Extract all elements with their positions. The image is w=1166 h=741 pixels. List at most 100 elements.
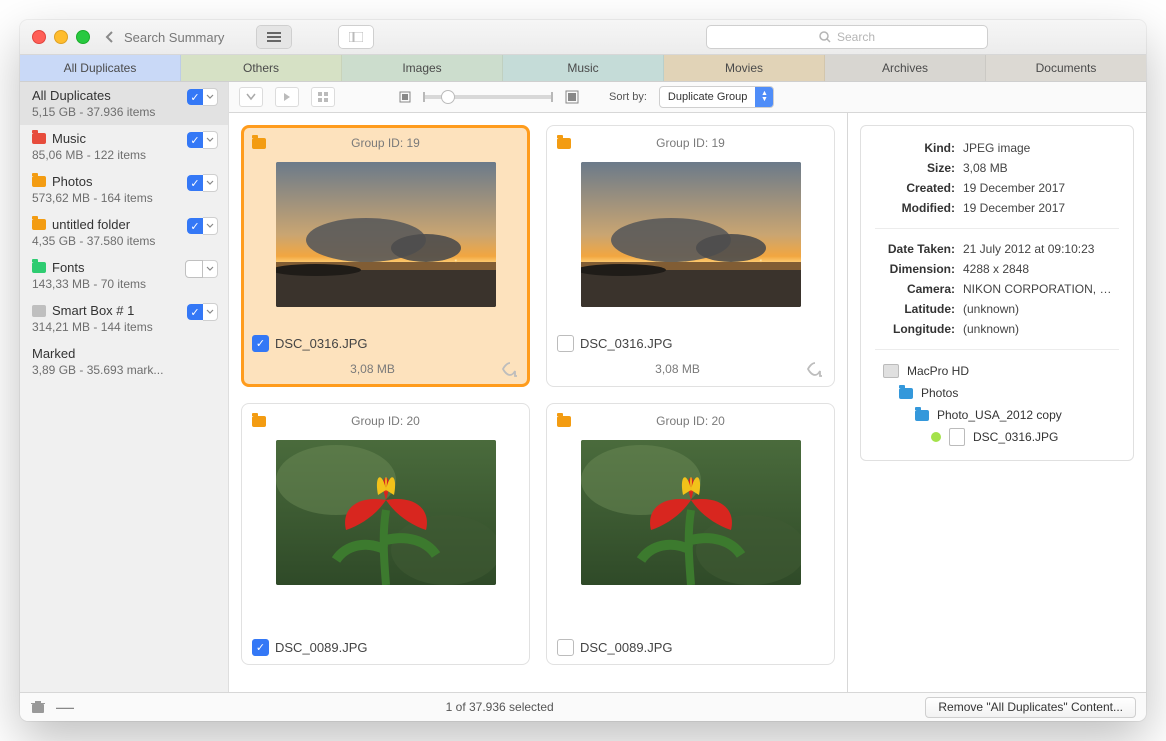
- quicklook-icon[interactable]: [501, 360, 519, 378]
- card-filename-row: ✓ DSC_0089.JPG: [252, 639, 519, 656]
- info-value: NIKON CORPORATION, NI...: [963, 279, 1119, 299]
- path-row[interactable]: Photos: [875, 382, 1119, 404]
- sidebar-item-smart-box-1[interactable]: Smart Box # 1 314,21 MB - 144 items ✓: [20, 297, 228, 340]
- path-label: DSC_0316.JPG: [973, 426, 1058, 448]
- dropdown-chevron-icon[interactable]: [203, 88, 218, 106]
- sidebar-item-untitled-folder[interactable]: untitled folder 4,35 GB - 37.580 items ✓: [20, 211, 228, 254]
- sidebar-item-title: All Duplicates: [32, 88, 111, 103]
- list-view-button[interactable]: [257, 26, 291, 48]
- checkbox[interactable]: ✓: [187, 304, 203, 320]
- trash-icon[interactable]: [30, 700, 46, 714]
- tab-images[interactable]: Images: [342, 55, 503, 81]
- tab-others[interactable]: Others: [181, 55, 342, 81]
- path-row[interactable]: Photo_USA_2012 copy: [875, 404, 1119, 426]
- info-row: Latitude:(unknown): [875, 299, 1119, 319]
- dropdown-chevron-icon[interactable]: [203, 303, 218, 321]
- tab-archives[interactable]: Archives: [825, 55, 986, 81]
- thumbnail[interactable]: [276, 162, 496, 307]
- search-field[interactable]: Search: [706, 25, 988, 49]
- dropdown-chevron-icon[interactable]: [203, 174, 218, 192]
- info-key: Created:: [875, 178, 963, 198]
- checkbox[interactable]: ✓: [187, 175, 203, 191]
- card-filename-row: DSC_0316.JPG: [557, 335, 824, 352]
- remove-icon[interactable]: —: [56, 697, 74, 718]
- sidebar-item-all-duplicates[interactable]: All Duplicates 5,15 GB - 37.936 items ✓: [20, 82, 228, 125]
- minimize-window-button[interactable]: [54, 30, 68, 44]
- sidebar-item-title: Music: [52, 131, 86, 146]
- grid-button[interactable]: [311, 87, 335, 107]
- thumbnail[interactable]: [581, 162, 801, 307]
- results-grid[interactable]: Group ID: 19 ✓ DSC_0316.JPG 3,08 MB Grou…: [229, 113, 847, 692]
- tab-all-duplicates[interactable]: All Duplicates: [20, 55, 181, 81]
- sidebar-item-subtitle: 143,33 MB - 70 items: [32, 277, 218, 291]
- path-row[interactable]: DSC_0316.JPG: [875, 426, 1119, 448]
- sort-select[interactable]: Duplicate Group ▲▼: [659, 86, 775, 108]
- result-card[interactable]: Group ID: 20 ✓ DSC_0089.JPG: [241, 403, 530, 665]
- sidebar-item-title: untitled folder: [52, 217, 130, 232]
- thumbnail-size-slider[interactable]: [423, 95, 553, 99]
- checkbox[interactable]: ✓: [187, 89, 203, 105]
- tab-movies[interactable]: Movies: [664, 55, 825, 81]
- sidebar-item-title: Fonts: [52, 260, 85, 275]
- info-row: Size:3,08 MB: [875, 158, 1119, 178]
- filesize-label: 3,08 MB: [252, 362, 493, 376]
- card-header: Group ID: 19: [252, 136, 519, 150]
- info-key: Longitude:: [875, 319, 963, 339]
- zoom-window-button[interactable]: [76, 30, 90, 44]
- remove-content-button[interactable]: Remove "All Duplicates" Content...: [925, 697, 1136, 718]
- path-label: MacPro HD: [907, 360, 969, 382]
- sidebar-item-fonts[interactable]: Fonts 143,33 MB - 70 items ✓: [20, 254, 228, 297]
- card-footer: 3,08 MB: [252, 360, 519, 378]
- titlebar: Search Summary Search: [20, 20, 1146, 55]
- sidebar-item-subtitle: 573,62 MB - 164 items: [32, 191, 218, 205]
- card-header: Group ID: 20: [557, 414, 824, 428]
- info-row: Created:19 December 2017: [875, 178, 1119, 198]
- info-value: 21 July 2012 at 09:10:23: [963, 239, 1119, 259]
- columns-view-button[interactable]: [339, 26, 373, 48]
- info-row: Camera:NIKON CORPORATION, NI...: [875, 279, 1119, 299]
- result-card[interactable]: Group ID: 19 ✓ DSC_0316.JPG 3,08 MB: [241, 125, 530, 387]
- thumbnail[interactable]: [276, 440, 496, 585]
- thumbnail[interactable]: [581, 440, 801, 585]
- info-key: Latitude:: [875, 299, 963, 319]
- view-mode-segment: [256, 25, 292, 49]
- checkbox[interactable]: ✓: [185, 260, 203, 278]
- quicklook-icon[interactable]: [806, 360, 824, 378]
- info-value: JPEG image: [963, 138, 1119, 158]
- dropdown-chevron-icon[interactable]: [203, 131, 218, 149]
- result-card[interactable]: Group ID: 20 DSC_0089.JPG: [546, 403, 835, 665]
- play-button[interactable]: [275, 87, 299, 107]
- info-value: 19 December 2017: [963, 178, 1119, 198]
- checkbox[interactable]: ✓: [187, 218, 203, 234]
- select-checkbox[interactable]: ✓: [252, 335, 269, 352]
- sidebar-item-subtitle: 3,89 GB - 35.693 mark...: [32, 363, 218, 377]
- dropdown-chevron-icon[interactable]: [203, 217, 218, 235]
- path-row[interactable]: MacPro HD: [875, 360, 1119, 382]
- sidebar-item-photos[interactable]: Photos 573,62 MB - 164 items ✓: [20, 168, 228, 211]
- result-card[interactable]: Group ID: 19 DSC_0316.JPG 3,08 MB: [546, 125, 835, 387]
- group-id-label: Group ID: 19: [274, 136, 497, 150]
- card-header: Group ID: 19: [557, 136, 824, 150]
- sidebar-item-music[interactable]: Music 85,06 MB - 122 items ✓: [20, 125, 228, 168]
- tab-music[interactable]: Music: [503, 55, 664, 81]
- info-card: Kind:JPEG imageSize:3,08 MBCreated:19 De…: [860, 125, 1134, 461]
- checkbox[interactable]: ✓: [187, 132, 203, 148]
- tab-documents[interactable]: Documents: [986, 55, 1146, 81]
- window-controls: [30, 30, 90, 44]
- dropdown-chevron-icon[interactable]: [203, 260, 218, 278]
- select-checkbox[interactable]: [557, 639, 574, 656]
- sidebar-item-control: ✓: [187, 131, 218, 149]
- sidebar-item-marked[interactable]: Marked 3,89 GB - 35.693 mark...: [20, 340, 228, 383]
- select-checkbox[interactable]: [557, 335, 574, 352]
- select-checkbox[interactable]: ✓: [252, 639, 269, 656]
- folder-icon: [252, 416, 266, 427]
- filename-label: DSC_0089.JPG: [580, 640, 673, 655]
- back-label[interactable]: Search Summary: [124, 30, 224, 45]
- close-window-button[interactable]: [32, 30, 46, 44]
- zoom-out-icon[interactable]: [399, 91, 411, 103]
- back-chevron-icon[interactable]: [104, 31, 116, 43]
- info-key: Camera:: [875, 279, 963, 299]
- expand-button[interactable]: [239, 87, 263, 107]
- zoom-in-icon[interactable]: [565, 90, 579, 104]
- main-area: Sort by: Duplicate Group ▲▼ Group ID: 19: [229, 82, 1146, 692]
